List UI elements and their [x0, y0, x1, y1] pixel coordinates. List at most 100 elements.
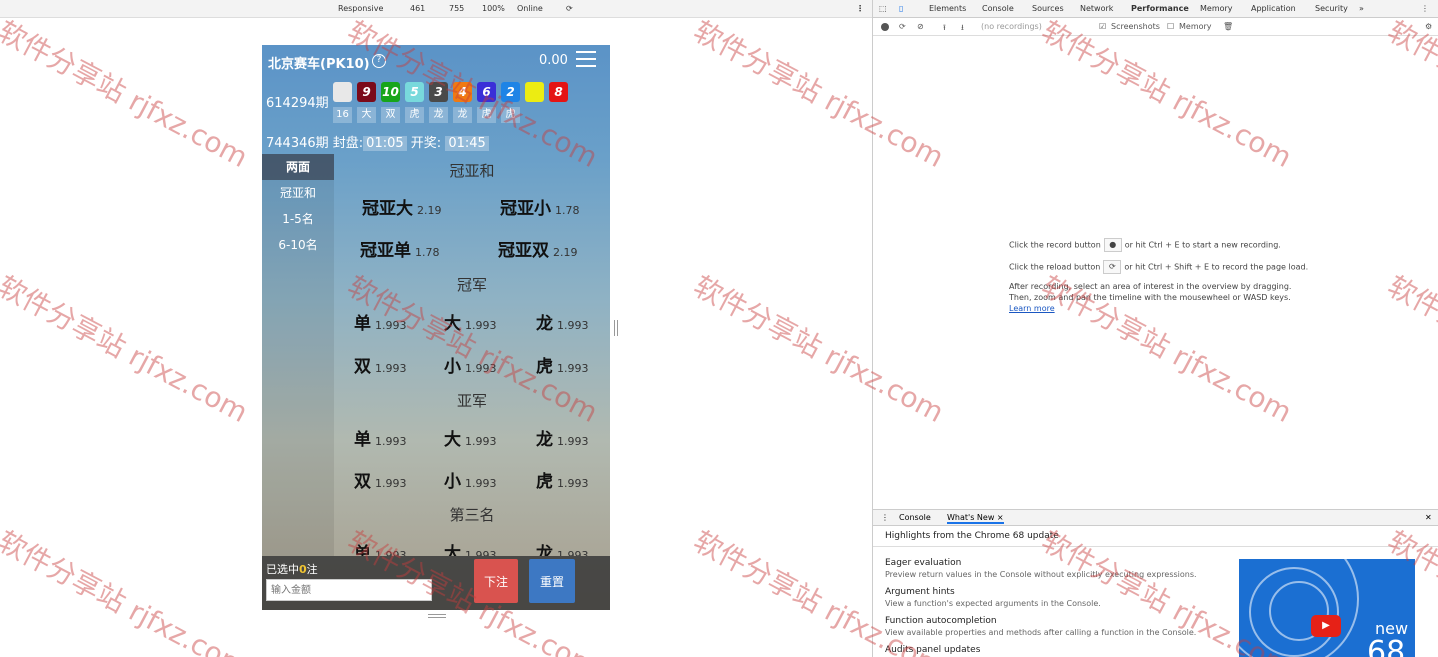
bet-option[interactable]: 双 1.993 [354, 467, 407, 492]
reload-button-icon[interactable]: ⟳ [1103, 260, 1122, 274]
bet-option[interactable]: 冠亚双 2.19 [498, 236, 578, 261]
bet-option[interactable]: 单 1.993 [354, 425, 407, 450]
bet-option[interactable]: 双 1.993 [354, 352, 407, 377]
bet-option-name: 龙 [536, 544, 553, 556]
resize-handle-bottom[interactable] [428, 614, 446, 618]
viewport-height[interactable]: 755 [449, 4, 464, 13]
bet-button[interactable]: 下注 [474, 559, 518, 603]
bet-option[interactable]: 龙 1.993 [536, 425, 589, 450]
tab-memory[interactable]: Memory [1200, 4, 1233, 13]
draw-stat: 虎 [501, 107, 520, 123]
draw-ball: 2 [501, 82, 520, 102]
memory-checkbox-icon[interactable]: ☐ [1167, 22, 1174, 31]
play-video-icon[interactable]: ▶ [1311, 615, 1341, 637]
zoom-select[interactable]: 100% [482, 4, 505, 13]
draw-ball: 10 [381, 82, 400, 102]
rotate-icon[interactable]: ⟳ [566, 4, 573, 13]
draw-ball: 6 [477, 82, 496, 102]
bet-option[interactable]: 虎 1.993 [536, 352, 589, 377]
bet-option[interactable]: 冠亚大 2.19 [362, 194, 442, 219]
chrome-68-promo[interactable]: ▶ new 68 [1239, 559, 1415, 657]
bet-option-name: 大 [444, 544, 461, 556]
bet-option-name: 小 [444, 472, 461, 492]
help-icon[interactable]: ? [372, 54, 386, 68]
drawer-menu-icon[interactable]: ⋮ [881, 513, 889, 522]
tab-elements[interactable]: Elements [929, 4, 966, 13]
bet-option[interactable]: 冠亚单 1.78 [360, 236, 440, 261]
learn-more-link[interactable]: Learn more [1009, 304, 1055, 313]
sidebar-item-1-5[interactable]: 1-5名 [262, 206, 334, 232]
viewport-width[interactable]: 461 [410, 4, 425, 13]
clear-icon[interactable]: ⊘ [917, 22, 924, 31]
draw-stat: 龙 [453, 107, 472, 123]
whats-new-item[interactable]: Eager evaluation Preview return values in… [885, 558, 1197, 579]
recordings-select[interactable]: (no recordings) [981, 22, 1042, 31]
tab-network[interactable]: Network [1080, 4, 1113, 13]
bet-option-odds: 1.78 [555, 204, 580, 217]
inspect-icon[interactable]: ⬚ [879, 4, 887, 13]
more-options-icon[interactable]: ⋮ [856, 4, 864, 13]
tab-application[interactable]: Application [1251, 4, 1296, 13]
draw-stat: 16 [333, 107, 352, 123]
draw-stat: 大 [357, 107, 376, 123]
reload-record-icon[interactable]: ⟳ [899, 22, 906, 31]
bet-option-odds: 2.19 [553, 246, 578, 259]
record-icon[interactable] [881, 23, 889, 31]
bet-option[interactable]: 小 1.993 [444, 352, 497, 377]
sidebar-item-sum[interactable]: 冠亚和 [262, 180, 334, 206]
bet-option-name: 龙 [536, 314, 553, 334]
drawer-tab-whats-new[interactable]: What's New × [947, 513, 1004, 524]
bet-option[interactable]: 大 1.993 [444, 539, 497, 556]
drawer-tab-console[interactable]: Console [899, 513, 931, 522]
draw-stat: 龙 [429, 107, 448, 123]
whats-new-item-desc: View a function's expected arguments in … [885, 599, 1101, 608]
selected-count: 已选中0注 [266, 563, 318, 576]
reset-button[interactable]: 重置 [529, 559, 575, 603]
bet-option-odds: 1.993 [465, 477, 497, 490]
bet-option-odds: 1.993 [375, 362, 407, 375]
load-profile-icon[interactable]: ⭱ [943, 22, 946, 36]
save-profile-icon[interactable]: ⭳ [961, 22, 964, 36]
amount-input[interactable] [266, 579, 432, 601]
tab-performance[interactable]: Performance [1131, 4, 1189, 13]
bet-option[interactable]: 冠亚小 1.78 [500, 194, 580, 219]
tab-security[interactable]: Security [1315, 4, 1348, 13]
bet-option[interactable]: 龙 1.993 [536, 309, 589, 334]
close-drawer-icon[interactable]: ✕ [1425, 513, 1432, 522]
trash-icon[interactable]: 🗑 [1223, 22, 1233, 31]
whats-new-item[interactable]: Function autocompletion View available pr… [885, 616, 1196, 637]
bet-options: 冠亚和 冠亚大 2.19 冠亚小 1.78 冠亚单 1.78 冠亚双 2.19 冠军单 1.993 大… [334, 154, 610, 556]
bet-option[interactable]: 大 1.993 [444, 309, 497, 334]
tab-console[interactable]: Console [982, 4, 1014, 13]
devtools-menu-icon[interactable]: ⋮ [1421, 4, 1429, 13]
device-toolbar: Responsive 461 755 100% Online ⟳ ⋮ [0, 0, 872, 18]
bet-option-name: 单 [354, 544, 371, 556]
bet-option[interactable]: 龙 1.993 [536, 539, 589, 556]
draw-stat: 双 [381, 107, 400, 123]
bet-option[interactable]: 单 1.993 [354, 539, 407, 556]
resize-handle-right[interactable] [614, 320, 618, 336]
bet-option-odds: 2.19 [417, 204, 442, 217]
whats-new-item-title: Argument hints [885, 587, 955, 597]
last-issue-number: 614294期 [266, 96, 329, 111]
bet-option[interactable]: 小 1.993 [444, 467, 497, 492]
bet-option-odds: 1.993 [465, 549, 497, 556]
bet-option[interactable]: 大 1.993 [444, 425, 497, 450]
menu-icon[interactable] [576, 51, 596, 69]
more-tabs-icon[interactable]: » [1359, 4, 1364, 13]
settings-gear-icon[interactable]: ⚙ [1425, 22, 1432, 31]
sidebar-item-two-sides[interactable]: 两面 [262, 154, 334, 180]
whats-new-item-title: Audits panel updates [885, 645, 981, 655]
whats-new-item[interactable]: Audits panel updates [885, 645, 980, 657]
screenshots-checkbox-icon[interactable]: ☑ [1099, 22, 1106, 31]
tab-sources[interactable]: Sources [1032, 4, 1064, 13]
device-toggle-icon[interactable]: ▯ [899, 4, 903, 13]
bet-option-odds: 1.78 [415, 246, 440, 259]
bet-option[interactable]: 单 1.993 [354, 309, 407, 334]
whats-new-item[interactable]: Argument hints View a function's expected… [885, 587, 1101, 608]
device-mode-select[interactable]: Responsive [338, 4, 383, 13]
bet-option[interactable]: 虎 1.993 [536, 467, 589, 492]
sidebar-item-6-10[interactable]: 6-10名 [262, 232, 334, 258]
network-select[interactable]: Online [517, 4, 543, 13]
record-button-icon[interactable]: ● [1103, 238, 1122, 252]
